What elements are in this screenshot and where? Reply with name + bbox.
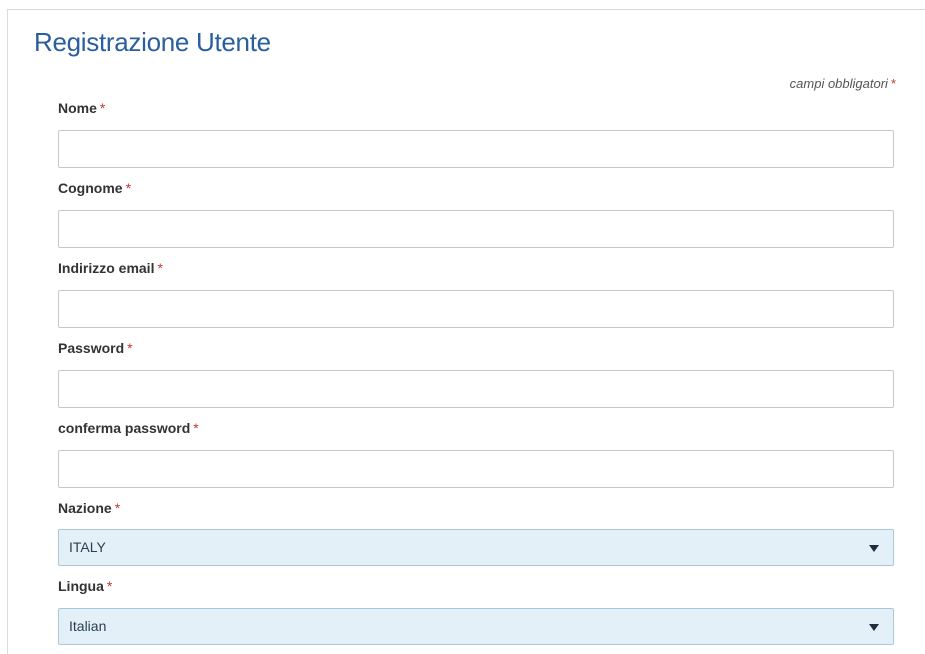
required-star: *: [157, 260, 163, 276]
page-title: Registrazione Utente: [34, 27, 271, 57]
email-input[interactable]: [58, 290, 894, 328]
required-star: *: [193, 420, 199, 436]
cognome-input[interactable]: [58, 210, 894, 248]
nazione-select[interactable]: ITALY: [58, 529, 894, 566]
password-label-text: Password: [58, 340, 125, 356]
confirm-password-label: conferma password *: [58, 420, 199, 436]
dropdown-arrow-icon: [869, 624, 879, 631]
lingua-select[interactable]: Italian: [58, 608, 894, 645]
dropdown-arrow-icon: [869, 545, 879, 552]
required-star: *: [114, 500, 121, 516]
nazione-label-text: Nazione: [58, 500, 112, 516]
confirm-password-input[interactable]: [58, 450, 894, 488]
required-star: *: [125, 180, 132, 196]
nazione-selected-value: ITALY: [69, 539, 106, 555]
confirm-password-label-text: conferma password: [58, 420, 191, 436]
required-star: *: [106, 578, 113, 594]
lingua-label: Lingua *: [58, 578, 112, 594]
cognome-label: Cognome *: [58, 180, 131, 196]
lingua-label-text: Lingua: [58, 578, 104, 594]
required-star: *: [127, 340, 133, 356]
email-label: Indirizzo email *: [58, 260, 163, 276]
required-star: *: [99, 100, 106, 116]
password-label: Password *: [58, 340, 133, 356]
nazione-label: Nazione *: [58, 500, 120, 516]
nome-label: Nome *: [58, 100, 105, 116]
email-label-text: Indirizzo email: [58, 260, 155, 276]
required-note-text: campi obbligatori: [789, 76, 888, 91]
nome-input[interactable]: [58, 130, 894, 168]
lingua-selected-value: Italian: [69, 618, 107, 634]
password-input[interactable]: [58, 370, 894, 408]
nome-label-text: Nome: [58, 100, 97, 116]
required-fields-note: campi obbligatori *: [790, 76, 896, 91]
cognome-label-text: Cognome: [58, 180, 123, 196]
required-star: *: [890, 76, 896, 91]
